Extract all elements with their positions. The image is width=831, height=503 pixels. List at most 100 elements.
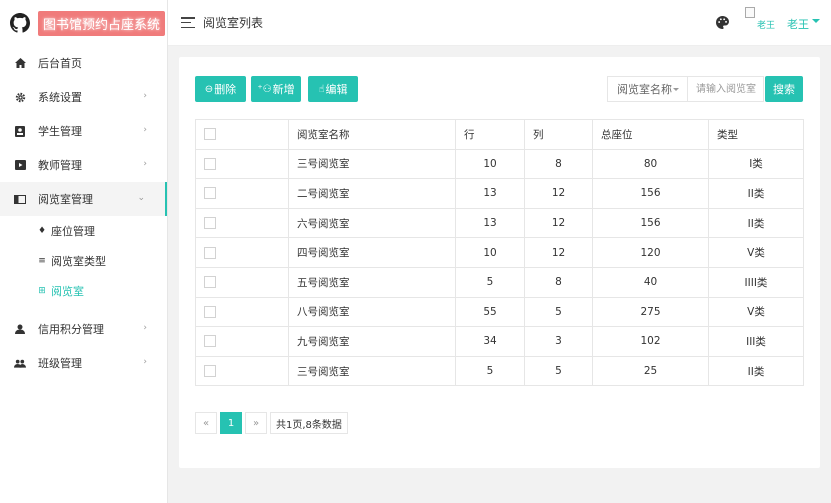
row-checkbox[interactable]	[204, 187, 216, 200]
sidebar-subitem-room-types[interactable]: ≡ 阅览室类型	[0, 246, 167, 276]
cell-rows: 5	[455, 355, 525, 387]
sidebar-item-label: 学生管理	[38, 125, 82, 138]
table-row[interactable]: 八号阅览室 55 5 275 V类	[195, 296, 804, 328]
sidebar-item-settings[interactable]: 系统设置 ›	[0, 80, 167, 114]
sidebar-item-credit[interactable]: 信用积分管理 ›	[0, 312, 167, 346]
cell-type: II类	[708, 178, 804, 209]
delete-button-label: 删除	[214, 83, 237, 96]
home-icon	[14, 57, 26, 69]
cell-rows: 10	[455, 148, 525, 180]
cell-cols: 12	[524, 178, 593, 209]
cell-name: 六号阅览室	[288, 207, 456, 239]
cell-type: V类	[708, 296, 804, 328]
search-button[interactable]: 搜索	[765, 76, 803, 102]
video-card-icon	[14, 159, 26, 171]
cell-rows: 5	[455, 266, 525, 298]
sidebar-item-classes[interactable]: 班级管理 ›	[0, 346, 167, 380]
table-row[interactable]: 九号阅览室 34 3 102 III类	[195, 326, 804, 357]
sidebar-item-label: 信用积分管理	[38, 323, 104, 336]
table-row[interactable]: 五号阅览室 5 8 40 IIII类	[195, 266, 804, 298]
cell-name: 三号阅览室	[288, 355, 456, 387]
cell-seats: 25	[592, 355, 709, 387]
select-all-checkbox[interactable]	[204, 128, 216, 141]
column-header-cols[interactable]: 列	[524, 119, 593, 150]
table-row[interactable]: 三号阅览室 5 5 25 II类	[195, 355, 804, 387]
column-header-type[interactable]: 类型	[708, 119, 804, 150]
edit-button[interactable]: ☝ 编辑	[308, 76, 358, 102]
avatar-alt-text: 老王	[757, 21, 776, 31]
table-row[interactable]: 二号阅览室 13 12 156 II类	[195, 178, 804, 209]
group-icon	[14, 357, 26, 369]
delete-button[interactable]: ⊖ 删除	[195, 76, 246, 102]
search-input[interactable]	[687, 76, 764, 102]
avatar[interactable]: 老王	[745, 7, 779, 35]
table-row[interactable]: 四号阅览室 10 12 120 V类	[195, 237, 804, 268]
add-button-label: 新增	[272, 83, 295, 96]
pagination: « 1 » 共1页,8条数据	[195, 412, 351, 434]
row-checkbox[interactable]	[204, 276, 216, 289]
cell-rows: 10	[455, 237, 525, 268]
top-header: 阅览室列表 老王 老王	[168, 0, 831, 46]
cell-name: 五号阅览室	[288, 266, 456, 298]
palette-icon[interactable]	[716, 16, 729, 29]
cell-cols: 12	[524, 207, 593, 239]
sidebar-subitem-seats[interactable]: ♦ 座位管理	[0, 216, 167, 246]
add-button[interactable]: ⁺⚇ 新增	[251, 76, 301, 102]
cell-seats: 120	[592, 237, 709, 268]
next-page-button[interactable]: »	[245, 412, 267, 434]
page-1-button[interactable]: 1	[220, 412, 242, 434]
cell-cols: 5	[524, 296, 593, 328]
sidebar-nav: 后台首页 系统设置 › 学生管理 › 教师管理 › 阅览室管理 ⌄	[0, 46, 167, 216]
cell-seats: 275	[592, 296, 709, 328]
select-all-cell[interactable]	[195, 119, 289, 150]
menu-toggle-icon[interactable]	[181, 17, 195, 28]
page-title: 阅览室列表	[203, 16, 264, 30]
row-checkbox[interactable]	[204, 335, 216, 348]
column-header-seats[interactable]: 总座位	[592, 119, 709, 150]
sidebar-submenu: ♦ 座位管理 ≡ 阅览室类型 ⊞ 阅览室	[0, 216, 167, 306]
grid-icon: ⊞	[38, 286, 46, 296]
prev-page-button[interactable]: «	[195, 412, 217, 434]
pagination-info: 共1页,8条数据	[270, 412, 348, 434]
cell-cols: 8	[524, 266, 593, 298]
sidebar-item-label: 后台首页	[38, 57, 82, 70]
edit-button-label: 编辑	[325, 83, 348, 96]
cell-rows: 13	[455, 207, 525, 239]
cell-rows: 55	[455, 296, 525, 328]
search-field-select[interactable]: 阅览室名称	[607, 76, 688, 102]
sidebar-item-label: 班级管理	[38, 357, 82, 370]
row-checkbox[interactable]	[204, 217, 216, 230]
row-checkbox[interactable]	[204, 365, 216, 378]
row-checkbox[interactable]	[204, 305, 216, 318]
sidebar-item-teachers[interactable]: 教师管理 ›	[0, 148, 167, 182]
sidebar-subitem-rooms[interactable]: ⊞ 阅览室	[0, 276, 167, 306]
cell-name: 四号阅览室	[288, 237, 456, 268]
column-header-name[interactable]: 阅览室名称	[288, 119, 456, 150]
sidebar-item-home[interactable]: 后台首页	[0, 46, 167, 80]
user-menu[interactable]: 老王	[787, 16, 809, 32]
caret-down-icon	[673, 88, 679, 91]
sidebar-subitem-label: 座位管理	[51, 225, 95, 238]
cell-cols: 12	[524, 237, 593, 268]
sidebar-item-students[interactable]: 学生管理 ›	[0, 114, 167, 148]
row-checkbox[interactable]	[204, 157, 216, 170]
table-row[interactable]: 六号阅览室 13 12 156 II类	[195, 207, 804, 239]
minus-circle-icon: ⊖	[204, 83, 214, 95]
chevron-right-icon: ›	[143, 323, 147, 333]
table-row[interactable]: 三号阅览室 10 8 80 I类	[195, 148, 804, 180]
row-checkbox[interactable]	[204, 246, 216, 259]
caret-down-icon[interactable]	[812, 19, 820, 23]
sidebar-nav-lower: 信用积分管理 › 班级管理 ›	[0, 312, 167, 380]
sidebar-item-reading-rooms[interactable]: 阅览室管理 ⌄	[0, 182, 167, 216]
id-card-icon	[14, 125, 26, 137]
sidebar-subitem-label: 阅览室类型	[51, 255, 106, 268]
table-header-row: 阅览室名称 行 列 总座位 类型	[195, 119, 804, 150]
column-header-rows[interactable]: 行	[455, 119, 525, 150]
chevron-right-icon: ›	[143, 125, 147, 135]
seat-icon: ♦	[37, 226, 47, 236]
chevron-right-icon: ›	[143, 357, 147, 367]
cell-type: III类	[708, 326, 804, 357]
cell-cols: 8	[524, 148, 593, 180]
cell-seats: 80	[592, 148, 709, 180]
logo[interactable]: 图书馆预约占座系统	[0, 0, 167, 46]
